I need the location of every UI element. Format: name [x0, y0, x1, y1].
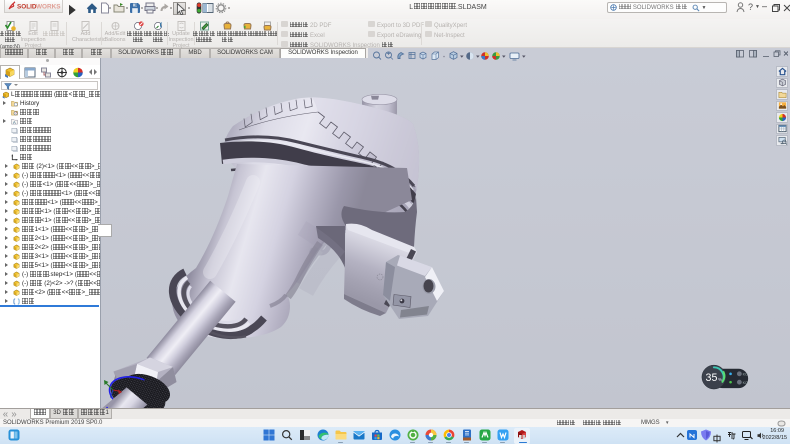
- svg-text:WORKS: WORKS: [36, 4, 61, 11]
- svg-text:A: A: [13, 120, 16, 125]
- svg-text:SOLID: SOLID: [17, 4, 37, 11]
